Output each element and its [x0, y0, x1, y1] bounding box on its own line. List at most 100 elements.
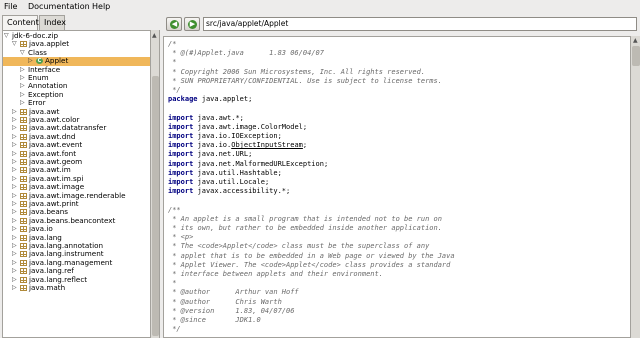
navigation-bar: ◀ ▶ src/java/applet/Applet	[163, 14, 640, 34]
collapsed-arrow-icon[interactable]: ▷	[12, 276, 18, 284]
address-field[interactable]: src/java/applet/Applet	[203, 17, 637, 31]
package-icon	[20, 243, 27, 249]
tree-item[interactable]: ▷ java.awt.geom	[3, 157, 151, 166]
collapsed-arrow-icon[interactable]: ▷	[12, 200, 18, 208]
code-line: *	[168, 58, 177, 67]
collapsed-arrow-icon[interactable]: ▷	[12, 141, 18, 149]
tree-item[interactable]: ▷ Enum	[3, 73, 151, 82]
package-icon	[20, 133, 27, 140]
code-line: * <p>	[168, 233, 194, 242]
tree-item[interactable]: ▽ jdk-6-doc.zip	[3, 31, 151, 40]
tree-item[interactable]: ▷ java.lang.reflect	[3, 275, 151, 284]
package-icon	[20, 184, 27, 191]
collapsed-arrow-icon[interactable]: ▷	[12, 150, 18, 158]
collapsed-arrow-icon[interactable]: ▷	[12, 267, 18, 275]
tree-item[interactable]: ▷ java.beans.beancontext	[3, 216, 151, 225]
collapsed-arrow-icon[interactable]: ▷	[12, 234, 18, 242]
code-line: * @author Arthur van Hoff	[168, 288, 299, 297]
package-icon	[20, 108, 27, 115]
sidebar-tabs: Content Index	[2, 15, 152, 31]
tree-item[interactable]: ▷ java.lang.management	[3, 258, 151, 267]
package-icon	[20, 167, 27, 174]
tree-item[interactable]: ▷ Annotation	[3, 81, 151, 90]
code-link[interactable]: ObjectInputStream	[231, 141, 303, 149]
package-icon	[20, 234, 27, 241]
collapsed-arrow-icon[interactable]: ▷	[20, 74, 26, 82]
source-scrollbar[interactable]: ▲	[630, 36, 640, 338]
menu-documentation[interactable]: Documentation	[28, 2, 90, 12]
package-icon	[20, 217, 27, 224]
menu-help[interactable]: Help	[92, 2, 110, 12]
code-line: * @author Chris Warth	[168, 297, 282, 306]
collapsed-arrow-icon[interactable]: ▷	[12, 208, 18, 216]
collapsed-arrow-icon[interactable]: ▷	[12, 225, 18, 233]
collapsed-arrow-icon[interactable]: ▷	[12, 284, 18, 292]
collapsed-arrow-icon[interactable]: ▷	[12, 183, 18, 191]
collapsed-arrow-icon[interactable]: ▷	[20, 82, 26, 90]
tree-item[interactable]: ▷ java.awt.event	[3, 140, 151, 149]
collapsed-arrow-icon[interactable]: ▷	[12, 192, 18, 200]
collapsed-arrow-icon[interactable]: ▷	[12, 158, 18, 166]
code-line: /**	[168, 205, 181, 214]
collapsed-arrow-icon[interactable]: ▷	[12, 250, 18, 258]
package-icon	[20, 125, 27, 132]
scroll-up-icon[interactable]: ▲	[152, 32, 157, 39]
collapsed-arrow-icon[interactable]: ▷	[12, 166, 18, 174]
source-scroll-thumb[interactable]	[632, 46, 640, 66]
collapsed-arrow-icon[interactable]: ▷	[20, 99, 26, 107]
menu-bar: File Documentation Help	[0, 0, 640, 14]
code-line: import java.util.Hashtable;	[168, 168, 282, 177]
code-line: * interface between applets and their en…	[168, 270, 383, 278]
forward-button[interactable]: ▶	[184, 17, 200, 31]
tree-scroll-thumb[interactable]	[152, 76, 159, 336]
collapsed-arrow-icon[interactable]: ▷	[12, 175, 18, 183]
tree-item[interactable]: ▷ java.io	[3, 224, 151, 233]
tree-item[interactable]: ▷ java.awt.print	[3, 199, 151, 208]
collapsed-arrow-icon[interactable]: ▷	[12, 217, 18, 225]
package-icon	[20, 276, 27, 283]
code-line: import java.io.ObjectInputStream;	[168, 141, 308, 150]
tab-index[interactable]: Index	[39, 15, 66, 30]
expanded-arrow-icon[interactable]: ▽	[20, 49, 26, 57]
code-line: * @version 1.83, 04/07/06	[168, 306, 295, 315]
tree-scrollbar[interactable]: ▲	[150, 30, 159, 338]
tab-content[interactable]: Content	[2, 15, 39, 31]
collapsed-arrow-icon[interactable]: ▷	[12, 133, 18, 141]
expanded-arrow-icon[interactable]: ▽	[4, 32, 10, 40]
collapsed-arrow-icon[interactable]: ▷	[12, 116, 18, 124]
package-icon	[20, 142, 27, 149]
menu-file[interactable]: File	[4, 2, 17, 12]
source-view[interactable]: /* * @(#)Applet.java 1.83 06/04/07 * * C…	[163, 36, 640, 338]
collapsed-arrow-icon[interactable]: ▷	[12, 124, 18, 132]
code-line: * Copyright 2006 Sun Microsystems, Inc. …	[168, 67, 426, 76]
code-line: import java.util.Locale;	[168, 178, 270, 186]
package-icon	[20, 285, 27, 291]
forward-arrow-icon: ▶	[188, 20, 197, 29]
scroll-up-icon[interactable]: ▲	[633, 37, 638, 44]
package-tree[interactable]: ▽ jdk-6-doc.zip ▽ java.applet ▽ Class ▷ C Applet…	[2, 30, 160, 338]
tree-item[interactable]: ▷ Interface	[3, 65, 151, 74]
back-button[interactable]: ◀	[166, 17, 182, 31]
class-icon: C	[36, 58, 43, 65]
code-line: */	[168, 325, 181, 334]
package-icon	[20, 159, 27, 165]
tree-item[interactable]: ▽ Class	[3, 48, 151, 57]
code-line: * SUN PROPRIETARY/CONFIDENTIAL. Use is s…	[168, 76, 442, 85]
tree-item[interactable]: ▷ C Applet	[3, 56, 151, 66]
code-line: import javax.accessibility.*;	[168, 187, 291, 196]
collapsed-arrow-icon[interactable]: ▷	[12, 259, 18, 267]
collapsed-arrow-icon[interactable]: ▷	[20, 66, 26, 74]
collapsed-arrow-icon[interactable]: ▷	[12, 108, 18, 116]
tree-item[interactable]: ▷ java.awt.datatransfer	[3, 123, 151, 132]
collapsed-arrow-icon[interactable]: ▷	[12, 242, 18, 250]
tree-item[interactable]: ▷ Error	[3, 98, 151, 107]
expanded-arrow-icon[interactable]: ▽	[12, 40, 18, 48]
code-line: *	[168, 279, 177, 288]
code-line: import java.awt.image.ColorModel;	[168, 122, 308, 131]
tree-item[interactable]: ▷ java.math	[3, 283, 151, 292]
code-line: * @since JDK1.0	[168, 316, 261, 324]
collapsed-arrow-icon[interactable]: ▷	[20, 91, 26, 99]
tree-item[interactable]: ▷ Exception	[3, 90, 151, 99]
package-icon	[20, 192, 27, 199]
tree-item[interactable]: ▽ java.applet	[3, 39, 151, 48]
